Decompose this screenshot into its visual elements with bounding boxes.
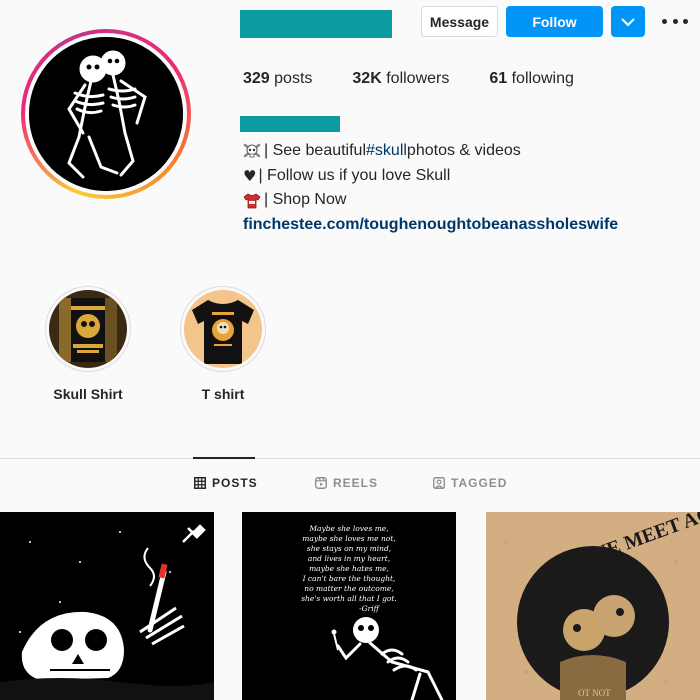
bio-text: | See beautiful bbox=[264, 142, 367, 159]
tab-tagged[interactable]: TAGGED bbox=[433, 476, 507, 490]
username-redacted bbox=[240, 10, 392, 38]
profile-avatar[interactable] bbox=[21, 29, 191, 199]
highlight-skull-shirt[interactable]: Skull Shirt bbox=[44, 286, 132, 402]
tab-label: TAGGED bbox=[451, 476, 508, 490]
heart-icon: ♥ bbox=[243, 166, 257, 185]
quote-line: I can't bare the thought, bbox=[302, 574, 396, 583]
highlight-ring bbox=[45, 286, 131, 372]
post-subtitle-text: OT NOT bbox=[578, 688, 611, 698]
bio-line: | Shop Now bbox=[243, 188, 618, 213]
quote-line: no matter the outcome, bbox=[304, 584, 394, 593]
quote-line: maybe she loves me not, bbox=[302, 534, 396, 543]
post-thumbnail[interactable]: MAY WE MEET AGAIN OT NOT bbox=[486, 512, 700, 700]
post-quote-text: Maybe she loves me, maybe she loves me no… bbox=[242, 524, 456, 614]
skeletons-hug-image bbox=[29, 37, 183, 191]
chevron-down-icon bbox=[621, 17, 635, 26]
full-name-redacted bbox=[240, 116, 340, 132]
posts-stat: 329 posts bbox=[243, 70, 312, 88]
profile-tabs: POSTS REELS TAGGED bbox=[0, 476, 700, 496]
highlight-label: T shirt bbox=[201, 386, 245, 402]
smoking-skull-image bbox=[0, 512, 214, 700]
follow-button[interactable]: Follow bbox=[506, 6, 603, 37]
tab-label: POSTS bbox=[212, 476, 258, 490]
hashtag-link[interactable]: #skull bbox=[366, 139, 407, 164]
skull-shirt-thumbnail-image bbox=[49, 290, 127, 368]
tabs-divider bbox=[0, 458, 700, 459]
quote-line: maybe she hates me, bbox=[309, 564, 389, 573]
message-button[interactable]: Message bbox=[421, 6, 498, 37]
avatar-image bbox=[29, 37, 183, 191]
t-shirt-thumbnail-image bbox=[184, 290, 262, 368]
posts-label: posts bbox=[274, 70, 313, 87]
following-count: 61 bbox=[489, 70, 508, 87]
highlight-t-shirt[interactable]: T shirt bbox=[179, 286, 267, 402]
website-link[interactable]: finchestee.com/toughenoughtobeanassholes… bbox=[243, 213, 618, 238]
shirt-icon bbox=[243, 193, 261, 209]
active-tab-indicator bbox=[193, 457, 255, 459]
bio-line: | See beautiful #skull photos & videos bbox=[243, 139, 618, 164]
quote-line: Maybe she loves me, bbox=[309, 524, 389, 533]
profile-stats: 329 posts 32K followers 61 following bbox=[243, 70, 614, 88]
skull-crossbones-icon bbox=[243, 143, 261, 158]
dot-icon bbox=[662, 18, 667, 24]
quote-line: she stays on my mind, bbox=[306, 544, 392, 553]
more-options-button[interactable] bbox=[662, 10, 688, 32]
post-thumbnail[interactable] bbox=[0, 512, 214, 700]
followers-count: 32K bbox=[352, 70, 382, 87]
quote-line: -Griff bbox=[359, 604, 379, 613]
profile-bio: | See beautiful #skull photos & videos ♥… bbox=[243, 139, 618, 237]
quote-line: she's worth all that I got. bbox=[301, 594, 397, 603]
posts-count: 329 bbox=[243, 70, 270, 87]
may-we-meet-again-image: MAY WE MEET AGAIN OT NOT bbox=[486, 512, 700, 700]
quote-line: and lives in my heart, bbox=[307, 554, 391, 563]
highlight-thumbnail bbox=[49, 290, 127, 368]
highlight-thumbnail bbox=[184, 290, 262, 368]
followers-label: followers bbox=[386, 70, 450, 87]
dot-icon bbox=[672, 18, 678, 24]
tab-posts[interactable]: POSTS bbox=[194, 476, 258, 490]
bio-text: | Follow us if you love Skull bbox=[258, 166, 451, 184]
bio-line: ♥ | Follow us if you love Skull bbox=[243, 164, 618, 189]
tab-label: REELS bbox=[333, 476, 379, 490]
suggested-accounts-button[interactable] bbox=[611, 6, 645, 37]
grid-icon bbox=[194, 477, 206, 489]
avatar-gap bbox=[25, 33, 187, 195]
following-stat[interactable]: 61 following bbox=[489, 70, 574, 88]
reels-icon bbox=[315, 477, 327, 489]
tab-reels[interactable]: REELS bbox=[315, 476, 378, 490]
highlight-label: Skull Shirt bbox=[53, 386, 123, 402]
following-label: following bbox=[511, 70, 574, 87]
bio-text: photos & videos bbox=[406, 142, 521, 159]
post-thumbnail[interactable]: Maybe she loves me, maybe she loves me no… bbox=[242, 512, 456, 700]
dot-icon bbox=[683, 18, 688, 24]
highlight-ring bbox=[180, 286, 266, 372]
followers-stat[interactable]: 32K followers bbox=[352, 70, 449, 88]
bio-text: | Shop Now bbox=[264, 191, 347, 208]
tagged-icon bbox=[433, 477, 445, 489]
